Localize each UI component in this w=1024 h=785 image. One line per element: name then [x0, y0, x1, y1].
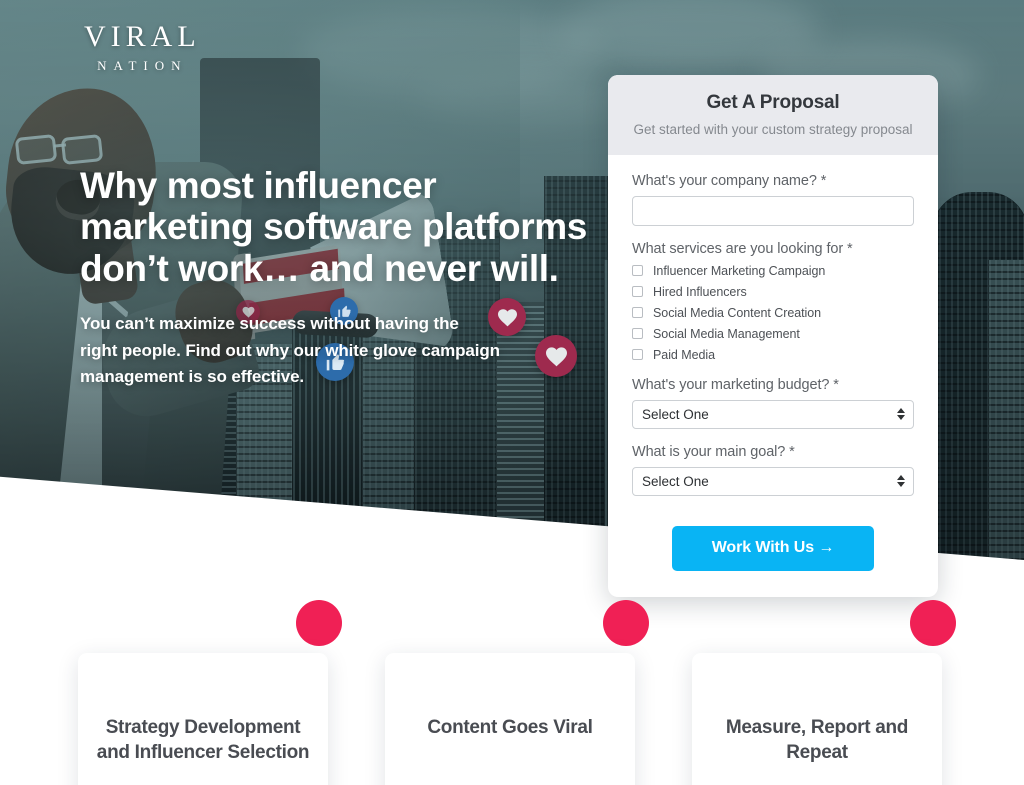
- goal-label: What is your main goal? *: [632, 443, 795, 460]
- checkbox-row[interactable]: Social Media Management: [632, 327, 914, 341]
- goal-select-value: Select One: [642, 473, 709, 489]
- checkbox-row[interactable]: Hired Influencers: [632, 285, 914, 299]
- checkbox-row[interactable]: Social Media Content Creation: [632, 306, 914, 320]
- process-card-title: Content Goes Viral: [427, 717, 593, 738]
- services-group: What services are you looking for * Infl…: [632, 241, 914, 362]
- company-name-label: What's your company name? *: [632, 172, 827, 189]
- budget-label: What's your marketing budget? *: [632, 376, 839, 393]
- card-badge-dot: [296, 600, 342, 646]
- hero-copy: Why most influencer marketing software p…: [80, 165, 600, 390]
- form-body: What's your company name? * What service…: [608, 155, 938, 597]
- checkbox-row[interactable]: Paid Media: [632, 348, 914, 362]
- goal-select-wrap: Select One: [632, 466, 914, 496]
- process-cards-section: Strategy Development and Influencer Sele…: [0, 600, 1024, 785]
- logo-wordmark-primary: VIRAL: [84, 20, 201, 53]
- checkbox-label: Social Media Management: [653, 326, 800, 341]
- form-title: Get A Proposal: [706, 92, 840, 113]
- checkbox-social-media-content-creation[interactable]: [632, 307, 643, 319]
- budget-group: What's your marketing budget? * Select O…: [632, 377, 914, 429]
- checkbox-social-media-management[interactable]: [632, 328, 643, 340]
- goal-select[interactable]: Select One: [632, 466, 914, 496]
- chevron-updown-icon: [897, 408, 905, 421]
- process-card-title: Strategy Development and Influencer Sele…: [96, 717, 310, 764]
- proposal-form-card: Get A Proposal Get started with your cus…: [608, 75, 938, 597]
- checkbox-hired-influencers[interactable]: [632, 286, 643, 298]
- process-card[interactable]: Strategy Development and Influencer Sele…: [78, 653, 328, 785]
- hero-subheadline: You can’t maximize success without havin…: [80, 314, 500, 386]
- company-name-group: What's your company name? *: [632, 173, 914, 226]
- checkbox-label: Influencer Marketing Campaign: [653, 263, 826, 278]
- work-with-us-button[interactable]: Work With Us →: [672, 525, 874, 571]
- landing-page: VIRAL NATION Why most influencer marketi…: [0, 0, 1024, 785]
- hero-headline: Why most influencer marketing software p…: [80, 165, 587, 289]
- process-card[interactable]: Content Goes Viral: [385, 653, 635, 785]
- budget-select-wrap: Select One: [632, 399, 914, 429]
- chevron-updown-icon: [897, 475, 905, 488]
- goal-group: What is your main goal? * Select One: [632, 444, 914, 496]
- checkbox-influencer-marketing-campaign[interactable]: [632, 265, 643, 277]
- process-card-title: Measure, Report and Repeat: [725, 717, 909, 764]
- checkbox-paid-media[interactable]: [632, 349, 643, 361]
- checkbox-row[interactable]: Influencer Marketing Campaign: [632, 264, 914, 278]
- budget-select[interactable]: Select One: [632, 399, 914, 429]
- process-card[interactable]: Measure, Report and Repeat: [692, 653, 942, 785]
- budget-select-value: Select One: [642, 406, 709, 422]
- card-badge-dot: [910, 600, 956, 646]
- submit-wrap: Work With Us →: [632, 525, 914, 571]
- form-subtitle: Get started with your custom strategy pr…: [633, 122, 913, 137]
- checkbox-label: Social Media Content Creation: [653, 305, 822, 320]
- logo-wordmark-secondary: NATION: [97, 58, 188, 73]
- checkbox-label: Paid Media: [653, 347, 716, 362]
- services-label: What services are you looking for *: [632, 240, 853, 257]
- form-header: Get A Proposal Get started with your cus…: [608, 75, 938, 155]
- company-name-input[interactable]: [632, 195, 914, 226]
- viral-nation-logo[interactable]: VIRAL NATION: [84, 20, 201, 73]
- checkbox-label: Hired Influencers: [653, 284, 747, 299]
- card-badge-dot: [603, 600, 649, 646]
